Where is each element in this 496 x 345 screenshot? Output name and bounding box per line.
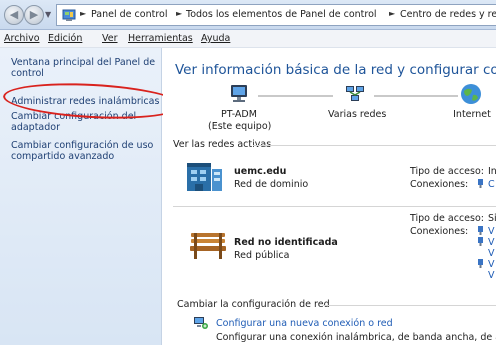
- setup-connection-desc: Configurar una conexión inalámbrica, de …: [216, 332, 496, 343]
- connection-icon: [478, 226, 483, 235]
- connections-label: Conexiones:: [410, 226, 469, 237]
- forward-button[interactable]: ▶: [24, 5, 44, 25]
- arrow-left-icon: ◀: [9, 8, 19, 21]
- page-title: Ver información básica de la red y confi…: [175, 62, 496, 78]
- menu-ayuda[interactable]: Ayuda: [201, 33, 230, 44]
- breadcrumb-separator-icon[interactable]: ►: [80, 9, 86, 18]
- internet-label: Internet: [453, 109, 491, 120]
- connection-link[interactable]: C: [488, 179, 495, 190]
- connection-icon: [478, 237, 483, 246]
- breadcrumb[interactable]: ► Panel de control ► Todos los elementos…: [56, 4, 496, 26]
- connections-label: Conexiones:: [410, 179, 469, 190]
- breadcrumb-item-network-center[interactable]: Centro de redes y recursos comparti: [400, 9, 496, 20]
- access-type-value: In: [488, 166, 496, 177]
- network-name: Red no identificada: [234, 237, 338, 248]
- access-type-label: Tipo de acceso:: [410, 213, 484, 224]
- breadcrumb-separator-icon[interactable]: ►: [176, 9, 182, 18]
- connection-link[interactable]: V: [488, 270, 495, 281]
- computer-icon: [231, 85, 247, 102]
- history-dropdown-icon[interactable]: ▼: [45, 10, 51, 19]
- connection-link[interactable]: V: [488, 226, 495, 237]
- address-bar: ◀ ▶ ▼ ► Panel de control ► Todos los ele…: [0, 0, 496, 30]
- section-divider: [323, 305, 496, 306]
- domain-network-icon: [187, 163, 222, 191]
- back-button[interactable]: ◀: [4, 5, 24, 25]
- setup-connection-link[interactable]: Configurar una nueva conexión o red: [216, 318, 393, 329]
- control-panel-icon: [62, 9, 76, 21]
- sidebar: Ventana principal del Panel de control A…: [0, 48, 183, 345]
- computer-name: PT-ADM: [221, 109, 257, 120]
- network-divider: [173, 206, 496, 207]
- menu-archivo[interactable]: Archivo: [4, 33, 40, 44]
- map-link-line: [374, 95, 458, 97]
- connection-icon: [478, 179, 483, 188]
- public-network-bench-icon: [190, 233, 226, 259]
- connection-link[interactable]: V: [488, 248, 495, 259]
- sidebar-item-advanced-sharing[interactable]: Cambiar configuración de uso compartido …: [11, 140, 161, 162]
- breadcrumb-separator-icon[interactable]: ►: [389, 9, 395, 18]
- network-name: uemc.edu: [234, 166, 287, 177]
- computer-subtitle: (Este equipo): [208, 121, 272, 132]
- sidebar-item-home[interactable]: Ventana principal del Panel de control: [11, 57, 161, 79]
- arrow-right-icon: ▶: [29, 8, 39, 21]
- middle-network-label: Varias redes: [328, 109, 387, 120]
- section-divider: [253, 145, 496, 146]
- menu-herramientas[interactable]: Herramientas: [128, 33, 193, 44]
- new-connection-icon: [194, 317, 208, 329]
- internet-globe-icon: [461, 84, 481, 104]
- breadcrumb-item-panel[interactable]: Panel de control: [91, 9, 167, 20]
- breadcrumb-item-all-items[interactable]: Todos los elementos de Panel de control: [186, 9, 377, 20]
- change-settings-heading: Cambiar la configuración de red: [177, 299, 330, 310]
- connection-icon: [478, 259, 483, 268]
- access-type-value: Si: [488, 213, 496, 224]
- network-type[interactable]: Red pública: [234, 250, 289, 261]
- multiple-networks-icon: [346, 86, 364, 101]
- network-type[interactable]: Red de dominio: [234, 179, 308, 190]
- connection-link[interactable]: V: [488, 259, 495, 270]
- menu-ver[interactable]: Ver: [102, 33, 118, 44]
- connection-link[interactable]: V: [488, 237, 495, 248]
- menu-edicion[interactable]: Edición: [48, 33, 82, 44]
- access-type-label: Tipo de acceso:: [410, 166, 484, 177]
- main-content: Ver información básica de la red y confi…: [163, 48, 496, 345]
- menu-bar: Archivo Edición Ver Herramientas Ayuda: [0, 30, 496, 48]
- map-link-line: [258, 95, 333, 97]
